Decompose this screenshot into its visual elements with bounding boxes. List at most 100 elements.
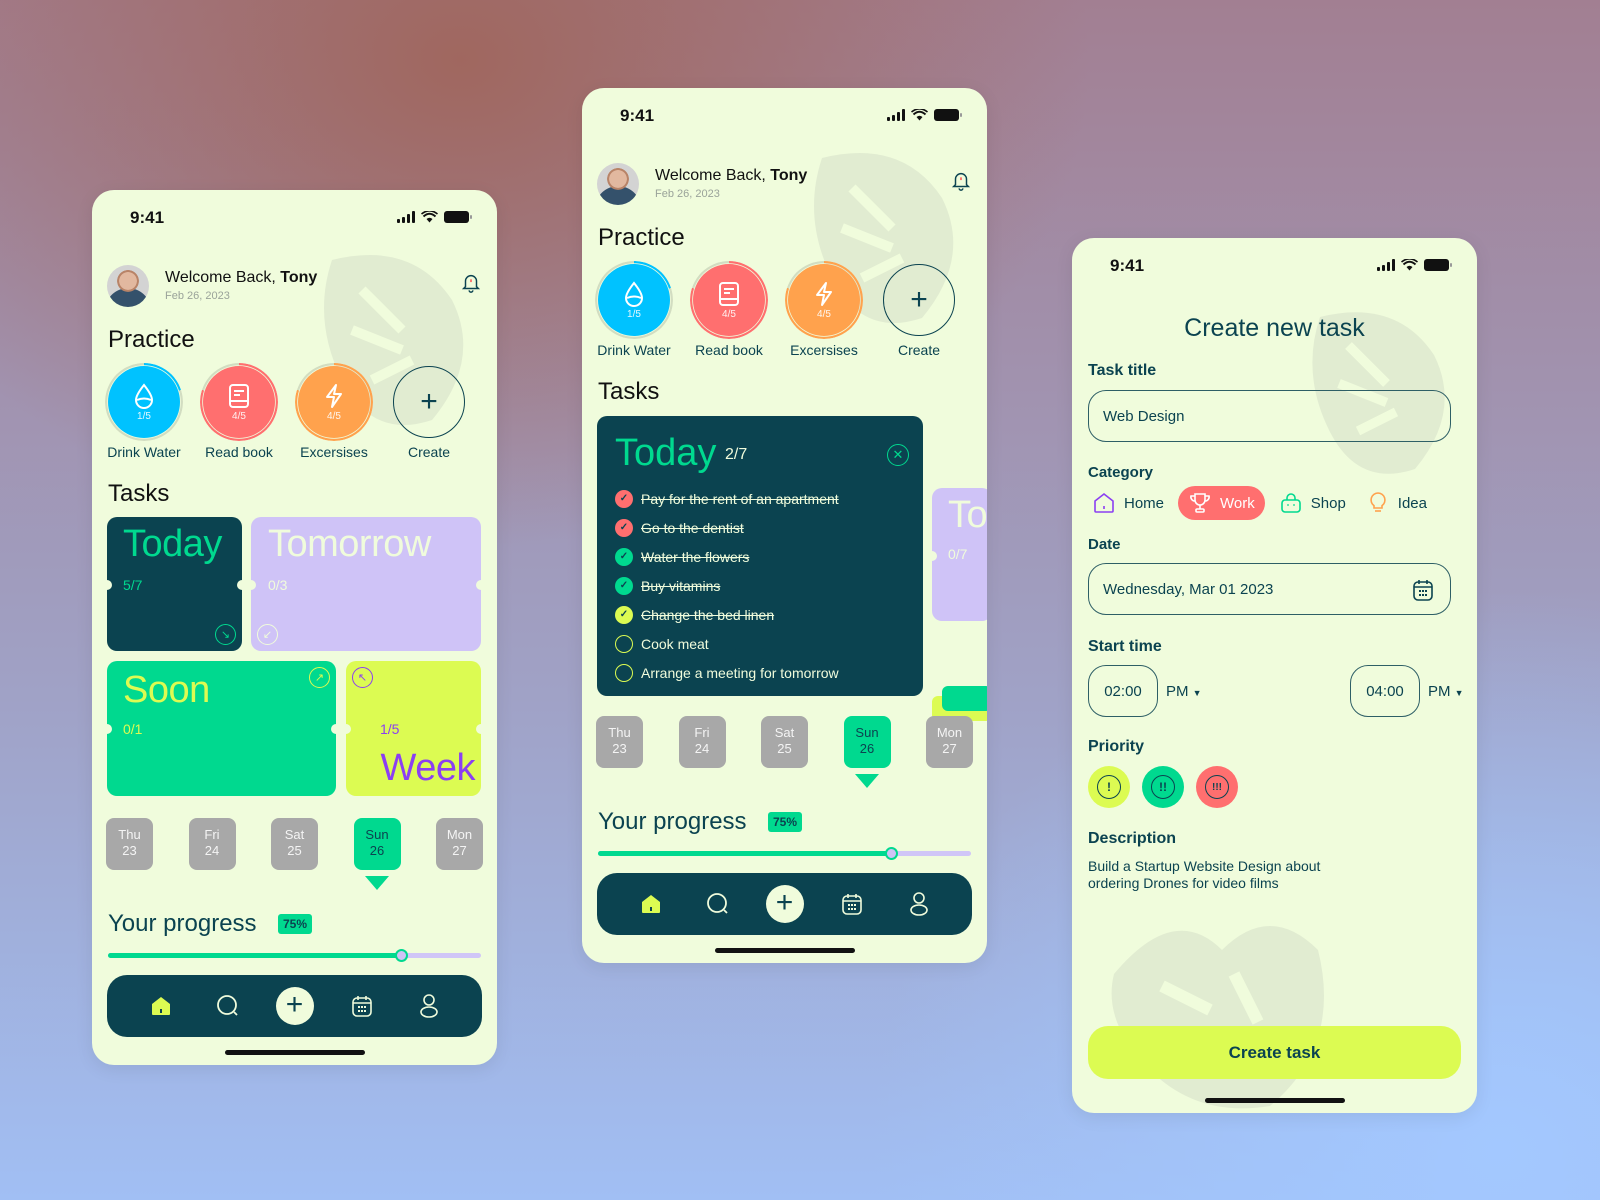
practice-item-read-book[interactable]: 4/5 Read book [690,261,768,358]
practice-item-drink-water[interactable]: 1/5 Drink Water [105,363,183,460]
progress-badge: 75% [768,812,803,832]
day-sun[interactable]: Sun 26 [843,716,891,788]
practice-list: 1/5 Drink Water 4/5 Read book 4/5 Excers… [105,363,468,460]
form-title: Create new task [1184,314,1365,342]
checked-icon[interactable]: ✓ [615,489,633,508]
create-task-button[interactable]: Create task [1088,1026,1461,1079]
day-mon[interactable]: Mon 27 [926,716,973,768]
welcome-text: Welcome Back, Tony [655,167,808,184]
end-ampm-select[interactable]: PM ▼ [1428,683,1464,700]
unchecked-icon[interactable] [615,663,633,682]
start-ampm-select[interactable]: PM ▼ [1166,683,1202,700]
priority-low[interactable]: ! [1088,766,1130,808]
progress-slider[interactable] [108,949,481,962]
day-mon[interactable]: Mon 27 [436,818,483,870]
description-input[interactable]: Build a Startup Website Design about ord… [1088,858,1368,892]
day-thu[interactable]: Thu 23 [106,818,153,870]
day-sat[interactable]: Sat 25 [271,818,318,870]
bell-icon[interactable] [460,271,482,295]
todo-item[interactable]: ✓ Change the bed linen [615,600,839,629]
progress-knob[interactable] [394,949,408,962]
task-card-tomorrow[interactable]: Tomorrow 0/3 ↙ [251,517,481,651]
search-icon [216,995,238,1016]
avatar[interactable] [107,265,149,307]
shopping-bag-icon [1280,493,1301,513]
date-label: Date [1088,536,1121,553]
bell-icon[interactable] [950,169,972,193]
day-fri[interactable]: Fri 24 [188,818,236,870]
day-fri[interactable]: Fri 24 [678,716,726,768]
nav-add[interactable]: + [765,885,804,923]
checked-icon[interactable]: ✓ [615,518,633,537]
task-title-input[interactable]: Web Design [1088,390,1451,442]
todo-item[interactable]: ✓ Pay for the rent of an apartment [615,484,839,513]
nav-search[interactable] [699,885,737,923]
nav-profile[interactable] [410,987,448,1025]
arrow-up-right-icon[interactable]: ↗ [309,667,330,688]
practice-item-exercises[interactable]: 4/5 Excersises [295,363,373,460]
day-selector: Thu 23 Fri 24 Sat 25 Sun 26 Mon 27 [596,716,973,788]
practice-item-drink-water[interactable]: 1/5 Drink Water [595,261,673,358]
task-card-today[interactable]: Today 5/7 ↘ [107,517,242,651]
progress-fill [108,953,401,958]
todo-item[interactable]: Arrange a meeting for tomorrow [615,658,839,687]
progress-knob[interactable] [884,847,898,860]
status-time: 9:41 [130,208,165,227]
unchecked-icon[interactable] [615,634,633,653]
plus-icon: + [275,987,314,1025]
day-sun[interactable]: Sun 26 [353,818,401,890]
arrow-down-right-icon[interactable]: ↘ [215,624,236,645]
plus-icon: + [393,366,465,438]
wifi-icon [421,211,438,223]
practice-item-create[interactable]: + Create [390,366,468,460]
welcome-text: Welcome Back, Tony [165,269,318,286]
task-title-label: Task title [1088,362,1157,379]
todo-item[interactable]: ✓ Go to the dentist [615,513,839,542]
avatar[interactable] [597,163,639,205]
practice-item-create[interactable]: + Create [880,264,958,358]
nav-home[interactable] [142,987,180,1025]
tasks-title: Tasks [598,378,660,405]
category-shop[interactable]: Shop [1273,486,1352,520]
nav-add[interactable]: + [275,987,314,1025]
checked-icon[interactable]: ✓ [615,547,633,566]
day-thu[interactable]: Thu 23 [596,716,643,768]
practice-item-exercises[interactable]: 4/5 Excersises [785,261,863,358]
practice-item-read-book[interactable]: 4/5 Read book [200,363,278,460]
priority-medium[interactable]: !! [1142,766,1184,808]
progress-title: Your progress [598,808,747,835]
nav-calendar[interactable] [343,987,381,1025]
status-bar: 9:41 [1072,256,1477,280]
date-input[interactable]: Wednesday, Mar 01 2023 [1088,563,1451,615]
start-time-input[interactable]: 02:00 [1088,665,1158,717]
search-icon [706,893,728,914]
arrow-up-left-icon[interactable]: ↖ [352,667,373,688]
category-idea[interactable]: Idea [1360,486,1433,520]
progress-slider[interactable] [598,847,971,860]
peek-card-tomorrow[interactable]: To 0/7 [932,488,987,621]
checked-icon[interactable]: ✓ [615,576,633,595]
day-sat[interactable]: Sat 25 [761,716,808,768]
lightbulb-icon [1370,492,1386,512]
checked-icon[interactable]: ✓ [615,605,633,624]
home-icon [641,895,660,913]
task-card-soon[interactable]: Soon 0/1 ↗ [107,661,336,796]
nav-home[interactable] [632,885,670,923]
nav-calendar[interactable] [833,885,871,923]
category-work[interactable]: Work [1178,486,1265,520]
arrow-down-left-icon[interactable]: ↙ [257,624,278,645]
task-card-week[interactable]: Week 1/5 ↖ [346,661,481,796]
calendar-icon[interactable] [1412,578,1434,602]
tasks-title: Tasks [108,480,170,507]
todo-item[interactable]: ✓ Water the flowers [615,542,839,571]
nav-profile[interactable] [900,885,938,923]
category-home[interactable]: Home [1086,486,1170,520]
category-label: Category [1088,464,1154,481]
end-time-input[interactable]: 04:00 [1350,665,1420,717]
todo-item[interactable]: ✓ Buy vitamins [615,571,839,600]
close-icon[interactable]: ✕ [887,444,909,466]
todo-item[interactable]: Cook meat [615,629,839,658]
nav-search[interactable] [209,987,247,1025]
trophy-icon [1190,493,1210,513]
priority-high[interactable]: !!! [1196,766,1238,808]
